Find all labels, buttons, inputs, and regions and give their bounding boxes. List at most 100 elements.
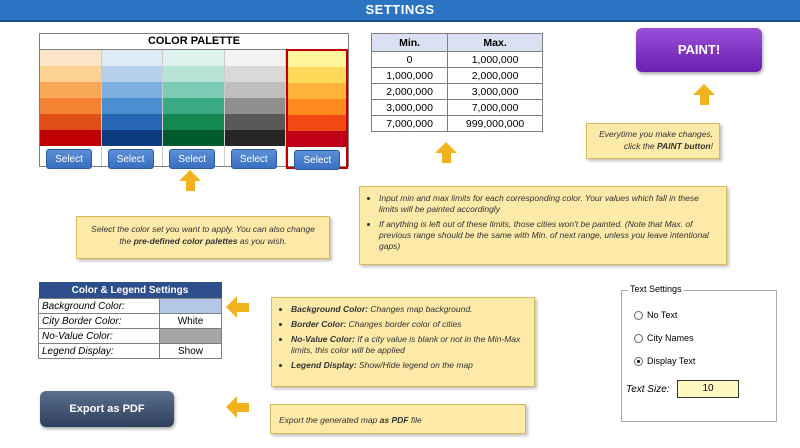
title-divider xyxy=(0,20,800,22)
color-swatch xyxy=(288,131,346,147)
color-swatch xyxy=(224,98,286,114)
color-swatch xyxy=(163,66,224,82)
arrow-up-icon xyxy=(693,84,715,105)
table-row: Legend Display: Show xyxy=(38,343,223,359)
arrow-up-icon xyxy=(179,170,201,191)
color-swatch xyxy=(288,83,346,99)
legend-display-label: Legend Display: xyxy=(38,343,160,359)
min-header: Min. xyxy=(370,33,449,52)
palette-column: Select xyxy=(40,50,102,169)
max-cell[interactable]: 7,000,000 xyxy=(447,99,543,116)
table-row: No-Value Color: xyxy=(38,328,223,344)
arrow-up-icon xyxy=(435,142,457,163)
paint-note: Everytime you make changes, click the PA… xyxy=(586,123,720,159)
table-row: Background Color: xyxy=(38,298,223,314)
radio-icon[interactable] xyxy=(634,311,643,321)
palette-note: Select the color set you want to apply. … xyxy=(76,216,330,259)
city-border-color-label: City Border Color: xyxy=(38,313,160,329)
text-size-label: Text Size: xyxy=(626,384,670,395)
text-size-input[interactable]: 10 xyxy=(677,380,739,398)
table-row: 0 1,000,000 xyxy=(370,51,543,68)
min-max-table: Min. Max. 0 1,000,000 1,000,000 2,000,00… xyxy=(370,33,543,132)
export-pdf-button[interactable]: Export as PDF xyxy=(40,391,174,427)
city-names-option[interactable]: City Names xyxy=(634,333,694,344)
table-row: 1,000,000 2,000,000 xyxy=(370,67,543,84)
color-swatch xyxy=(40,82,101,98)
no-value-color-swatch[interactable] xyxy=(158,328,223,344)
color-swatch xyxy=(224,50,286,66)
palette-column: Select xyxy=(101,50,164,169)
color-swatch xyxy=(40,66,101,82)
max-cell[interactable]: 3,000,000 xyxy=(447,83,543,100)
arrow-left-icon xyxy=(226,396,249,418)
color-swatch xyxy=(101,66,163,82)
color-swatch xyxy=(224,130,286,146)
color-legend-settings: Color & Legend Settings Background Color… xyxy=(38,282,223,359)
min-cell[interactable]: 0 xyxy=(370,51,449,68)
city-border-color-value[interactable]: White xyxy=(158,313,223,329)
background-color-label: Background Color: xyxy=(38,298,160,314)
radio-selected-icon[interactable] xyxy=(634,357,643,367)
color-swatch xyxy=(288,99,346,115)
color-swatch xyxy=(40,114,101,130)
legend-display-value[interactable]: Show xyxy=(158,343,223,359)
palette-column: Select xyxy=(163,50,225,169)
display-text-option[interactable]: Display Text xyxy=(634,356,695,367)
arrow-left-icon xyxy=(226,296,249,318)
legend-note-item: Border Color: Changes border color of ci… xyxy=(291,319,528,330)
palette-column: Select xyxy=(286,49,348,170)
limits-note-item: If anything is left out of these limits,… xyxy=(379,219,718,252)
color-swatch xyxy=(40,98,101,114)
color-swatch xyxy=(163,82,224,98)
color-palette: COLOR PALETTE Select Select Select Select Se… xyxy=(39,33,349,170)
color-swatch xyxy=(163,130,224,146)
color-swatch xyxy=(40,130,101,146)
select-palette-button[interactable]: Select xyxy=(46,149,92,169)
export-note: Export the generated map as PDF file xyxy=(270,404,526,434)
limits-note-item: Input min and max limits for each corres… xyxy=(379,193,718,215)
text-settings-title: Text Settings xyxy=(628,284,684,294)
select-palette-button[interactable]: Select xyxy=(230,149,277,169)
min-cell[interactable]: 3,000,000 xyxy=(370,99,449,116)
color-legend-title: Color & Legend Settings xyxy=(38,282,222,299)
legend-note-item: Background Color: Changes map background… xyxy=(291,304,528,315)
min-cell[interactable]: 2,000,000 xyxy=(370,83,449,100)
color-swatch xyxy=(101,98,163,114)
max-cell[interactable]: 999,000,000 xyxy=(447,115,543,132)
max-cell[interactable]: 2,000,000 xyxy=(447,67,543,84)
legend-note-item: Legend Display: Show/Hide legend on the … xyxy=(291,360,528,371)
table-row: 2,000,000 3,000,000 xyxy=(370,83,543,100)
text-settings-group: Text Settings No Text City Names Display… xyxy=(621,284,777,422)
max-header: Max. xyxy=(447,33,543,52)
color-swatch xyxy=(40,50,101,66)
color-swatch xyxy=(101,50,163,66)
color-swatch xyxy=(101,82,163,98)
min-cell[interactable]: 1,000,000 xyxy=(370,67,449,84)
paint-button[interactable]: PAINT! xyxy=(636,28,762,72)
max-cell[interactable]: 1,000,000 xyxy=(447,51,543,68)
color-swatch xyxy=(224,114,286,130)
select-palette-button[interactable]: Select xyxy=(107,149,154,169)
color-swatch xyxy=(101,130,163,146)
radio-icon[interactable] xyxy=(634,334,643,344)
palette-column: Select xyxy=(224,50,287,169)
color-swatch xyxy=(288,115,346,131)
select-palette-button[interactable]: Select xyxy=(294,150,341,170)
no-value-color-label: No-Value Color: xyxy=(38,328,160,344)
no-text-option[interactable]: No Text xyxy=(634,310,677,321)
color-swatch xyxy=(224,82,286,98)
background-color-swatch[interactable] xyxy=(158,298,223,314)
color-swatch xyxy=(163,114,224,130)
color-swatch xyxy=(101,114,163,130)
color-swatch xyxy=(288,51,346,67)
table-row: City Border Color: White xyxy=(38,313,223,329)
color-swatch xyxy=(163,50,224,66)
settings-title: SETTINGS xyxy=(0,0,800,20)
color-swatch xyxy=(288,67,346,83)
select-palette-button[interactable]: Select xyxy=(169,149,216,169)
color-swatch xyxy=(224,66,286,82)
legend-note: Background Color: Changes map background… xyxy=(271,297,535,387)
legend-note-item: No-Value Color: If a city value is blank… xyxy=(291,334,528,356)
min-cell[interactable]: 7,000,000 xyxy=(370,115,449,132)
color-swatch xyxy=(163,98,224,114)
